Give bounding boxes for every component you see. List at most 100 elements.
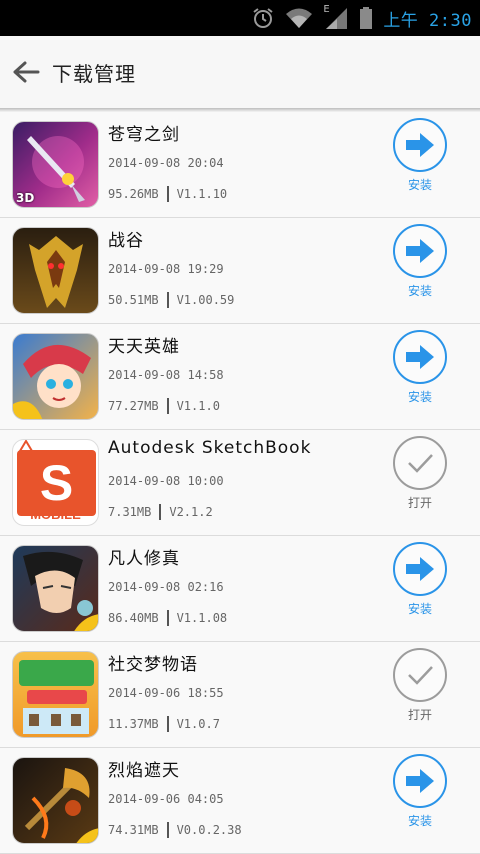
sketchbook-letter: S (39, 455, 74, 511)
meta-divider (166, 822, 169, 838)
app-meta: 11.37MB V1.0.7 (108, 716, 220, 732)
install-circle (393, 754, 447, 808)
back-button[interactable] (0, 36, 52, 108)
app-version: V1.1.0 (176, 399, 220, 413)
file-size: 7.31MB (108, 505, 152, 519)
meta-divider (166, 610, 169, 626)
app-meta: 86.40MB V1.1.08 (108, 610, 227, 626)
checkmark-icon (408, 454, 433, 473)
back-arrow-icon (13, 61, 40, 83)
mobile-label: MOBILE (30, 507, 81, 522)
right-arrow-icon (406, 557, 434, 581)
right-arrow-icon (406, 239, 434, 263)
action-label: 安装 (407, 390, 432, 404)
list-item[interactable]: 天天英雄 2014-09-08 14:58 77.27MB V1.1.0 安装 (0, 324, 480, 430)
app-name: 苍穹之剑 (108, 125, 180, 145)
meta-divider (166, 292, 169, 308)
open-circle (393, 436, 447, 490)
list-item[interactable]: 社交梦物语 2014-09-06 18:55 11.37MB V1.0.7 打开 (0, 642, 480, 748)
open-circle (393, 648, 447, 702)
list-item[interactable]: S MOBILE Autodesk SketchBook 2014-09-08 … (0, 430, 480, 536)
app-version: V1.1.10 (176, 187, 228, 201)
meta-divider (166, 186, 169, 202)
app-version: V1.0.7 (176, 717, 220, 731)
sketchbook-icon: S MOBILE (12, 439, 99, 526)
app-name: 天天英雄 (108, 337, 180, 357)
app-name: 社交梦物语 (108, 655, 198, 675)
app-name: Autodesk SketchBook (108, 438, 312, 458)
install-circle (393, 118, 447, 172)
app-name: 凡人修真 (108, 549, 180, 569)
app-meta: 95.26MB V1.1.10 (108, 186, 227, 202)
app-meta: 7.31MB V2.1.2 (108, 504, 213, 520)
app-version: V2.1.2 (169, 505, 213, 519)
checkmark-icon (408, 666, 433, 685)
right-arrow-icon (406, 345, 434, 369)
app-version: V1.00.59 (176, 293, 235, 307)
download-date: 2014-09-06 04:05 (108, 792, 224, 806)
file-size: 50.51MB (108, 293, 159, 307)
app-meta: 74.31MB V0.0.2.38 (108, 822, 242, 838)
app-version: V1.1.08 (176, 611, 228, 625)
install-button[interactable]: 安装 (388, 754, 452, 846)
signal-indicator: E (323, 4, 349, 30)
app-name: 战谷 (108, 231, 144, 251)
app-name: 烈焰遮天 (108, 761, 180, 781)
download-list: 3D 苍穹之剑 2014-09-08 20:04 95.26MB V1.1.10… (0, 112, 480, 854)
armor-icon (12, 227, 99, 314)
page-title: 下载管理 (52, 61, 136, 86)
signal-icon (326, 8, 348, 29)
open-button[interactable]: 打开 (388, 648, 452, 740)
fire-axe-icon (12, 757, 99, 844)
download-date: 2014-09-08 19:29 (108, 262, 224, 276)
sword-icon: 3D (12, 121, 99, 208)
file-size: 11.37MB (108, 717, 159, 731)
download-date: 2014-09-08 20:04 (108, 156, 224, 170)
open-button[interactable]: 打开 (388, 436, 452, 528)
action-label: 安装 (407, 178, 432, 192)
list-item[interactable]: 凡人修真 2014-09-08 02:16 86.40MB V1.1.08 安装 (0, 536, 480, 642)
download-date: 2014-09-08 02:16 (108, 580, 224, 594)
action-label: 安装 (407, 602, 432, 616)
install-button[interactable]: 安装 (388, 542, 452, 634)
file-size: 74.31MB (108, 823, 159, 837)
list-item[interactable]: 战谷 2014-09-08 19:29 50.51MB V1.00.59 安装 (0, 218, 480, 324)
download-date: 2014-09-08 10:00 (108, 474, 224, 488)
hero-icon (12, 333, 99, 420)
install-circle (393, 224, 447, 278)
install-button[interactable]: 安装 (388, 118, 452, 210)
file-size: 95.26MB (108, 187, 159, 201)
battery-icon (360, 7, 373, 29)
alarm-icon (253, 8, 273, 28)
autodesk-mark-icon (19, 440, 33, 452)
social-game-icon (12, 651, 99, 738)
app-version: V0.0.2.38 (176, 823, 242, 837)
install-button[interactable]: 安装 (388, 330, 452, 422)
right-arrow-icon (406, 769, 434, 793)
install-circle (393, 542, 447, 596)
list-item[interactable]: 烈焰遮天 2014-09-06 04:05 74.31MB V0.0.2.38 … (0, 748, 480, 854)
install-circle (393, 330, 447, 384)
download-date: 2014-09-06 18:55 (108, 686, 224, 700)
meta-divider (166, 716, 169, 732)
app-meta: 77.27MB V1.1.0 (108, 398, 220, 414)
wifi-icon (286, 8, 313, 28)
file-size: 86.40MB (108, 611, 159, 625)
app-meta: 50.51MB V1.00.59 (108, 292, 234, 308)
download-date: 2014-09-08 14:58 (108, 368, 224, 382)
meta-divider (166, 398, 169, 414)
clock: 上午 2:30 (383, 10, 472, 31)
install-button[interactable]: 安装 (388, 224, 452, 316)
action-label: 安装 (407, 814, 432, 828)
meta-divider (159, 504, 162, 520)
file-size: 77.27MB (108, 399, 159, 413)
warrior-icon (12, 545, 99, 632)
list-item[interactable]: 3D 苍穹之剑 2014-09-08 20:04 95.26MB V1.1.10… (0, 112, 480, 218)
action-label: 打开 (407, 708, 432, 722)
status-bar: E 上午 2:30 (0, 0, 480, 36)
right-arrow-icon (406, 133, 434, 157)
3d-badge: 3D (16, 191, 35, 205)
action-label: 安装 (407, 284, 432, 298)
action-label: 打开 (407, 496, 432, 510)
app-header: 下载管理 (0, 36, 480, 108)
